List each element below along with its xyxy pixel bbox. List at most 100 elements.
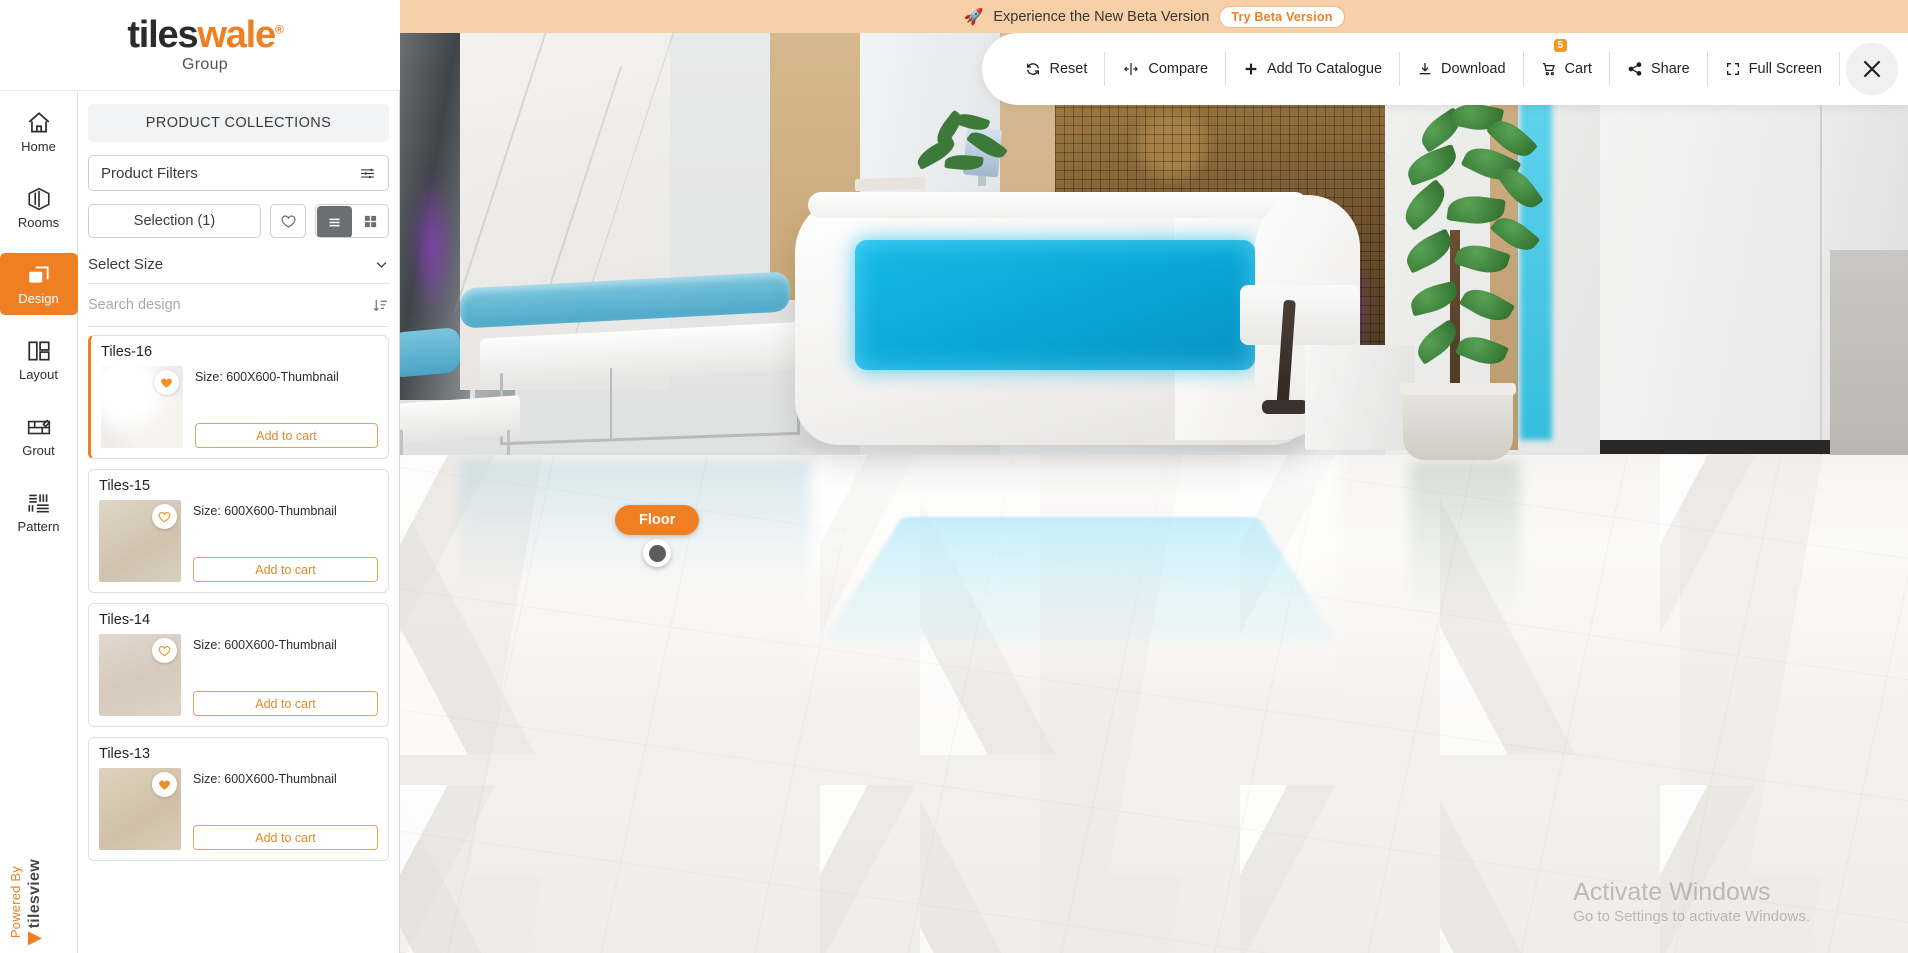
selection-button[interactable]: Selection (1) <box>88 204 261 238</box>
powered-by-label: Powered By <box>8 866 23 938</box>
surface-pin-label[interactable]: Floor <box>615 505 699 535</box>
sidebar-item-design[interactable]: Design <box>0 253 78 315</box>
brand-logo[interactable]: tileswale® Group <box>117 16 282 74</box>
favorite-toggle[interactable] <box>152 772 177 797</box>
watermark-title: Activate Windows <box>1573 877 1810 908</box>
grid-view-button[interactable] <box>353 205 388 237</box>
panel-controls-row: Selection (1) <box>88 204 389 238</box>
tilesview-logo-icon <box>28 931 42 945</box>
heart-outline-icon <box>157 510 172 524</box>
product-name: Tiles-13 <box>99 746 378 762</box>
add-to-catalogue-button[interactable]: Add To Catalogue <box>1226 52 1400 86</box>
product-thumbnail[interactable] <box>99 500 181 582</box>
sliders-icon <box>359 165 376 182</box>
beta-banner: 🚀 Experience the New Beta Version Try Be… <box>400 0 1908 33</box>
blue-bench-arm <box>400 327 460 378</box>
toolbar-item-label: Reset <box>1049 61 1087 77</box>
registered-mark-icon: ® <box>275 22 283 36</box>
add-to-cart-button[interactable]: Add to cart <box>195 423 378 448</box>
scene-toolbar: Reset Compare Add To Catalogue Download … <box>982 33 1908 105</box>
add-to-cart-button[interactable]: Add to cart <box>193 825 378 850</box>
select-size-dropdown[interactable]: Select Size <box>88 246 389 284</box>
beta-banner-text: Experience the New Beta Version <box>993 9 1209 25</box>
product-filters-button[interactable]: Product Filters <box>88 155 389 191</box>
plant-pot-rim <box>1400 383 1516 395</box>
sidebar-item-label: Home <box>21 139 56 154</box>
list-view-button[interactable] <box>317 206 352 238</box>
reset-button[interactable]: Reset <box>1008 52 1105 86</box>
product-body: Size: 600X600-Thumbnail Add to cart <box>99 768 378 850</box>
pattern-icon <box>26 490 52 516</box>
product-name: Tiles-15 <box>99 478 378 494</box>
chair-base <box>1262 400 1308 414</box>
bench-frame-cross <box>610 368 612 440</box>
sidebar-item-pattern[interactable]: Pattern <box>0 481 78 543</box>
product-card[interactable]: Tiles-15 Size: 600X600-Thumbnail Add to … <box>88 469 389 593</box>
try-beta-button[interactable]: Try Beta Version <box>1219 6 1344 28</box>
product-list[interactable]: Tiles-16 Size: 600X600-Thumbnail Add to … <box>78 327 399 953</box>
heart-filled-icon <box>157 778 172 792</box>
toolbar-item-label: Full Screen <box>1749 61 1822 77</box>
product-size: Size: 600X600-Thumbnail <box>193 500 378 518</box>
sidebar-item-rooms[interactable]: Rooms <box>0 177 78 239</box>
product-card[interactable]: Tiles-14 Size: 600X600-Thumbnail Add to … <box>88 603 389 727</box>
product-panel: PRODUCT COLLECTIONS Product Filters Sele… <box>78 91 400 953</box>
surface-pin-floor[interactable]: Floor <box>615 505 699 567</box>
list-view-icon <box>327 215 342 230</box>
rocket-icon: 🚀 <box>963 7 983 27</box>
sidebar-item-home[interactable]: Home <box>0 101 78 163</box>
leaf <box>944 153 983 172</box>
sidebar-item-label: Pattern <box>18 519 60 534</box>
add-to-cart-button[interactable]: Add to cart <box>193 557 378 582</box>
right-grey-panel <box>1830 250 1908 470</box>
toolbar-item-label: Share <box>1651 61 1690 77</box>
main-sidebar: Home Rooms Design Layout Grout Pattern P… <box>0 91 78 953</box>
tilesview-label: tilesview <box>26 859 44 928</box>
sort-descending-icon[interactable] <box>372 297 389 314</box>
floor-reflection-plant <box>1410 460 1520 620</box>
product-card[interactable]: Tiles-13 Size: 600X600-Thumbnail Add to … <box>88 737 389 861</box>
desk-backlit-panel <box>855 240 1255 370</box>
product-card[interactable]: Tiles-16 Size: 600X600-Thumbnail Add to … <box>88 335 389 459</box>
refresh-icon <box>1025 61 1041 77</box>
close-button[interactable] <box>1846 43 1898 95</box>
favorite-toggle[interactable] <box>154 370 179 395</box>
brand-logo-block: tileswale® Group <box>0 0 400 91</box>
favorites-filter-button[interactable] <box>270 204 306 238</box>
share-button[interactable]: Share <box>1610 52 1708 86</box>
add-to-cart-button[interactable]: Add to cart <box>193 691 378 716</box>
product-size: Size: 600X600-Thumbnail <box>195 366 378 384</box>
bench-frame <box>500 363 800 445</box>
view-toggle-group <box>315 204 389 238</box>
product-thumbnail[interactable] <box>99 634 181 716</box>
tilesview-brand: tilesview <box>26 859 44 945</box>
heart-outline-icon <box>157 644 172 658</box>
desk-plant <box>915 115 1010 185</box>
product-thumbnail[interactable] <box>99 768 181 850</box>
floor-reflection-blue <box>823 517 1337 641</box>
expand-icon <box>1725 61 1741 77</box>
layout-icon <box>26 338 52 364</box>
full-screen-button[interactable]: Full Screen <box>1708 52 1840 86</box>
search-input[interactable] <box>88 297 329 313</box>
product-body: Size: 600X600-Thumbnail Add to cart <box>99 500 378 582</box>
logo-subtitle: Group <box>127 56 282 74</box>
compare-button[interactable]: Compare <box>1105 52 1226 86</box>
surface-marker-icon[interactable] <box>643 539 671 567</box>
close-icon <box>1859 56 1885 82</box>
sidebar-item-grout[interactable]: Grout <box>0 405 78 467</box>
chevron-down-icon <box>374 257 389 272</box>
chair-armrest <box>1240 285 1360 345</box>
cart-button[interactable]: 5 Cart <box>1524 52 1610 86</box>
product-body: Size: 600X600-Thumbnail Add to cart <box>99 634 378 716</box>
sidebar-item-layout[interactable]: Layout <box>0 329 78 391</box>
watermark-subtitle: Go to Settings to activate Windows. <box>1573 908 1810 925</box>
download-icon <box>1417 61 1433 77</box>
product-thumbnail[interactable] <box>101 366 183 448</box>
powered-by-badge: Powered By tilesview <box>8 859 44 945</box>
favorite-toggle[interactable] <box>152 504 177 529</box>
download-button[interactable]: Download <box>1400 52 1524 86</box>
reception-desk-top <box>808 192 1308 218</box>
room-visualizer[interactable]: 🚀 Experience the New Beta Version Try Be… <box>400 0 1908 953</box>
favorite-toggle[interactable] <box>152 638 177 663</box>
